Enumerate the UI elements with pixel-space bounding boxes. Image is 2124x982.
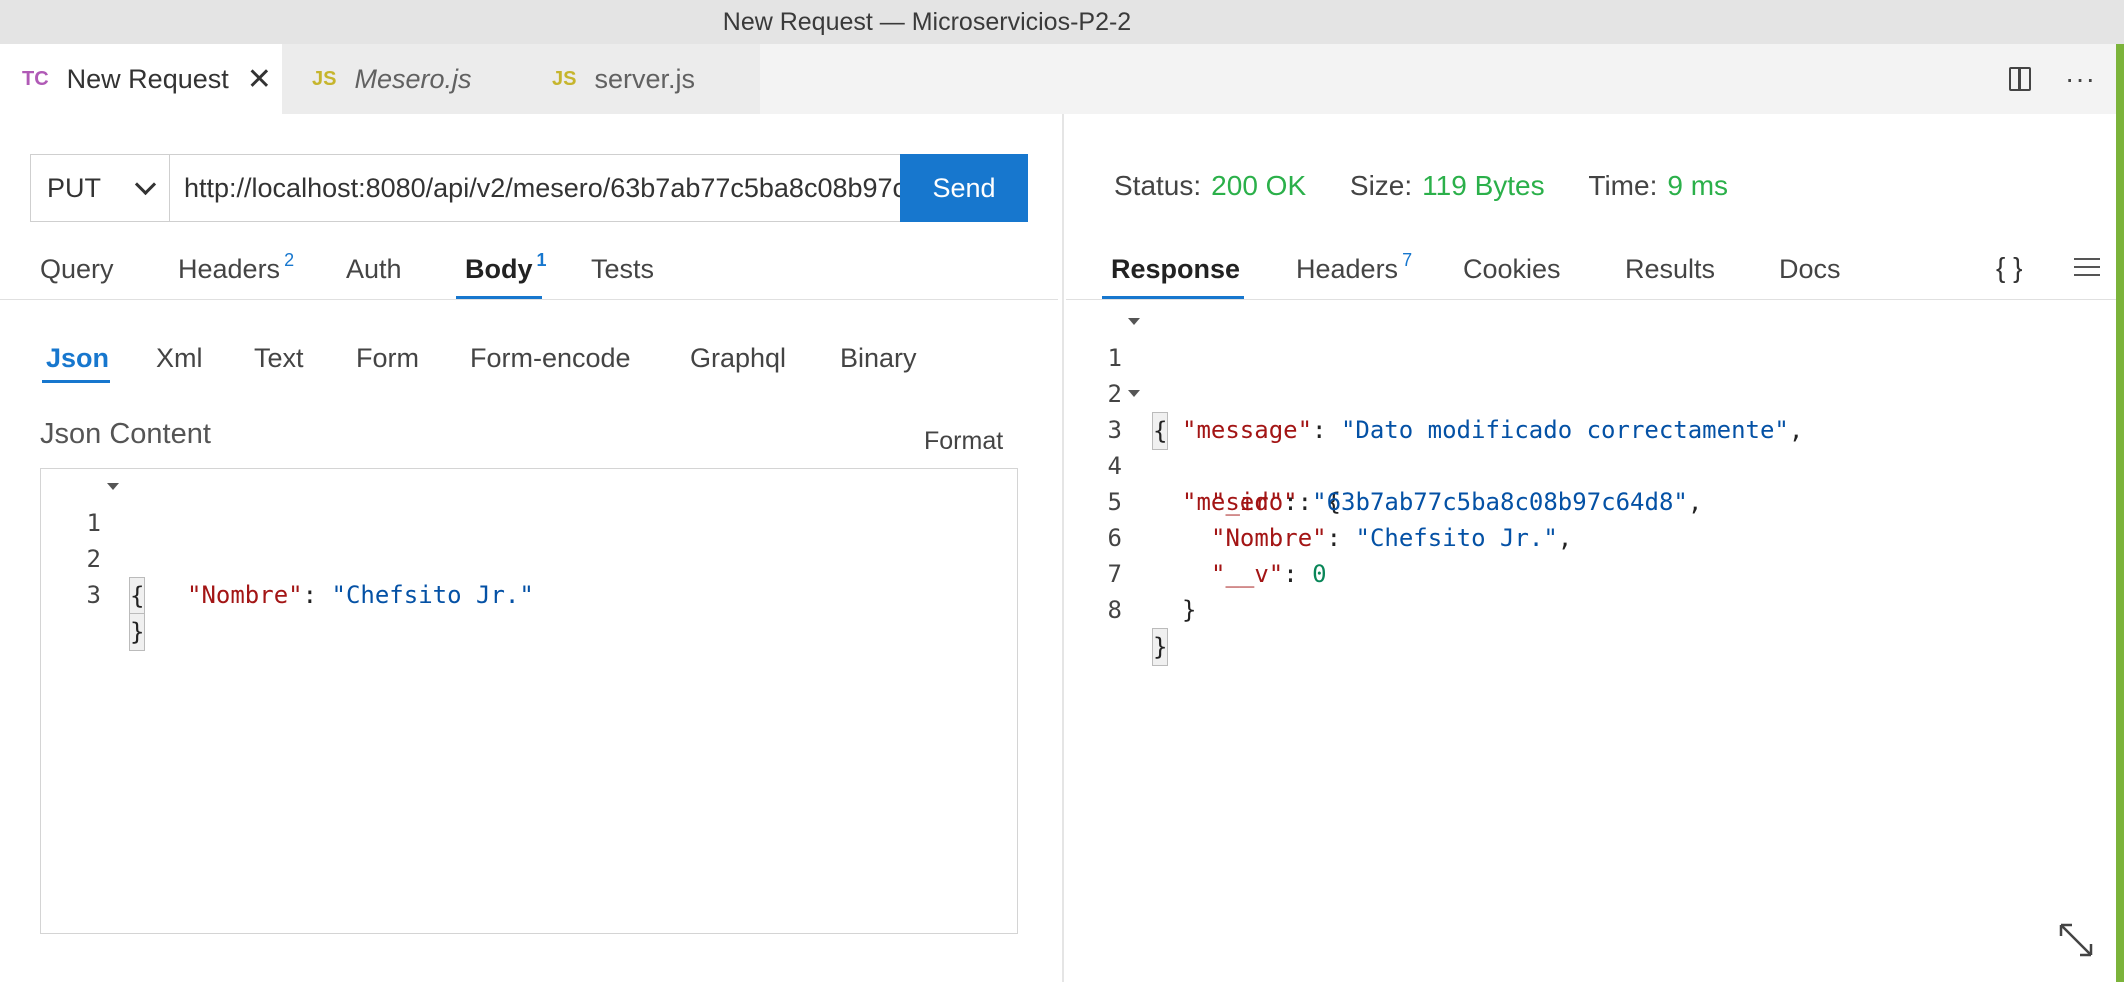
- close-icon[interactable]: ✕: [247, 62, 272, 97]
- tab-response[interactable]: Response: [1111, 254, 1240, 285]
- code-line: 1 {: [41, 469, 146, 615]
- tab-label: New Request: [66, 63, 229, 94]
- braces-icon[interactable]: { }: [1996, 252, 2022, 284]
- json-number-value: 0: [1312, 560, 1327, 588]
- json-string-value: "Chefsito Jr.": [1355, 524, 1558, 552]
- tab-mesero-js[interactable]: JS Mesero.js: [282, 44, 522, 114]
- tab-cookies[interactable]: Cookies: [1463, 254, 1561, 285]
- method-select[interactable]: PUT: [30, 154, 170, 222]
- chevron-down-icon: [134, 173, 157, 195]
- code-line: 1 {: [1066, 304, 1169, 450]
- json-string-value: "Chefsito Jr.": [331, 581, 534, 609]
- pane-divider[interactable]: [1062, 114, 1064, 982]
- tabs-separator: [0, 299, 1058, 300]
- send-button[interactable]: Send: [900, 154, 1028, 222]
- tab-new-request[interactable]: TC New Request ✕: [0, 44, 282, 114]
- code-line: 8 }: [1066, 556, 1169, 666]
- json-brace: {: [1152, 412, 1169, 450]
- code-line: 2 "Nombre": "Chefsito Jr.": [41, 505, 534, 609]
- split-editor-icon[interactable]: [2009, 67, 2032, 91]
- tab-headers[interactable]: Headers 2: [178, 250, 294, 285]
- size-value: 119 Bytes: [1422, 170, 1545, 201]
- status-label: Status:: [1114, 170, 1202, 201]
- tab-body[interactable]: Body 1: [465, 250, 547, 285]
- tab-results[interactable]: Results: [1625, 254, 1715, 285]
- response-tabs-separator: [1066, 299, 2116, 300]
- body-tab-graphql[interactable]: Graphql: [690, 343, 786, 374]
- tab-docs[interactable]: Docs: [1779, 254, 1841, 285]
- window-titlebar: New Request — Microservicios-P2-2: [0, 0, 2124, 44]
- scrollbar-accent: [2116, 44, 2124, 982]
- code-line: 3 "mesero": {: [1066, 376, 1341, 516]
- response-status-line: Status: 200 OK Size: 119 Bytes Time: 9 ms: [1114, 170, 1728, 202]
- method-value: PUT: [47, 172, 101, 203]
- json-key: "Nombre": [187, 581, 303, 609]
- body-tab-selected-indicator: [42, 380, 110, 383]
- window-title: New Request — Microservicios-P2-2: [722, 7, 1132, 36]
- fold-arrow-icon[interactable]: [1128, 318, 1140, 325]
- size-label: Size:: [1349, 170, 1413, 201]
- json-brace: }: [1152, 628, 1169, 666]
- tab-tests[interactable]: Tests: [591, 254, 654, 285]
- code-line: 4 "_id": "63b7ab77c5ba8c08b97c64d8",: [1066, 412, 1703, 516]
- request-body-editor[interactable]: 1 { 2 "Nombre": "Chefsito Jr." 3 }: [40, 468, 1018, 934]
- json-brace: }: [129, 613, 146, 651]
- expand-icon[interactable]: [2058, 922, 2094, 958]
- tab-query[interactable]: Query: [40, 254, 114, 285]
- code-line: 7 }: [1066, 520, 1197, 624]
- editor-tab-bar: TC New Request ✕ JS Mesero.js JS server.…: [0, 44, 2116, 114]
- line-number: 3: [86, 581, 101, 609]
- json-content-label: Json Content: [40, 418, 211, 450]
- json-string-value: "Dato modificado correctamente": [1340, 416, 1789, 444]
- response-body-viewer[interactable]: 1 { 2 "message": "Dato modificado correc…: [1066, 304, 2116, 666]
- code-line: 6 "__v": 0: [1066, 484, 1327, 588]
- tab-auth[interactable]: Auth: [346, 254, 402, 285]
- tab-server-js[interactable]: JS server.js: [522, 44, 760, 114]
- time-value: 9 ms: [1667, 170, 1729, 201]
- code-line: 3 }: [41, 541, 146, 651]
- json-brace: }: [1182, 596, 1197, 624]
- tab-response-headers[interactable]: Headers 7: [1296, 250, 1412, 285]
- body-tab-binary[interactable]: Binary: [840, 343, 917, 374]
- body-tab-form[interactable]: Form: [356, 343, 419, 374]
- body-tab-text[interactable]: Text: [254, 343, 304, 374]
- json-key: "_id": [1211, 488, 1284, 516]
- thunder-client-icon: TC: [22, 67, 49, 90]
- json-key: "Nombre": [1211, 524, 1327, 552]
- headers-count-badge: 2: [284, 250, 295, 270]
- line-number: 8: [1107, 596, 1122, 624]
- word-wrap-icon[interactable]: [2074, 258, 2100, 282]
- more-actions-icon[interactable]: ···: [2065, 63, 2096, 95]
- url-input[interactable]: http://localhost:8080/api/v2/mesero/63b7…: [170, 154, 902, 222]
- javascript-file-icon: JS: [312, 67, 337, 90]
- format-button[interactable]: Format: [924, 427, 1003, 456]
- body-tab-form-encode[interactable]: Form-encode: [470, 343, 631, 374]
- body-tab-xml[interactable]: Xml: [156, 343, 203, 374]
- json-brace: {: [129, 577, 146, 615]
- json-key: "message": [1182, 416, 1313, 444]
- tab-label: Mesero.js: [354, 63, 472, 94]
- body-count-badge: 1: [536, 250, 547, 270]
- json-string-value: "63b7ab77c5ba8c08b97c64d8": [1312, 488, 1688, 516]
- body-tab-json[interactable]: Json: [46, 343, 109, 374]
- json-key: "__v": [1211, 560, 1284, 588]
- response-headers-count-badge: 7: [1402, 250, 1413, 270]
- javascript-file-icon: JS: [552, 67, 577, 90]
- fold-arrow-icon[interactable]: [1128, 390, 1140, 397]
- editor-actions: ···: [2009, 44, 2116, 114]
- tab-label: server.js: [594, 63, 695, 94]
- status-value: 200 OK: [1211, 170, 1307, 201]
- code-line: 5 "Nombre": "Chefsito Jr.",: [1066, 448, 1573, 552]
- fold-arrow-icon[interactable]: [107, 483, 119, 490]
- code-line: 2 "message": "Dato modificado correctame…: [1066, 340, 1804, 444]
- time-label: Time:: [1588, 170, 1658, 201]
